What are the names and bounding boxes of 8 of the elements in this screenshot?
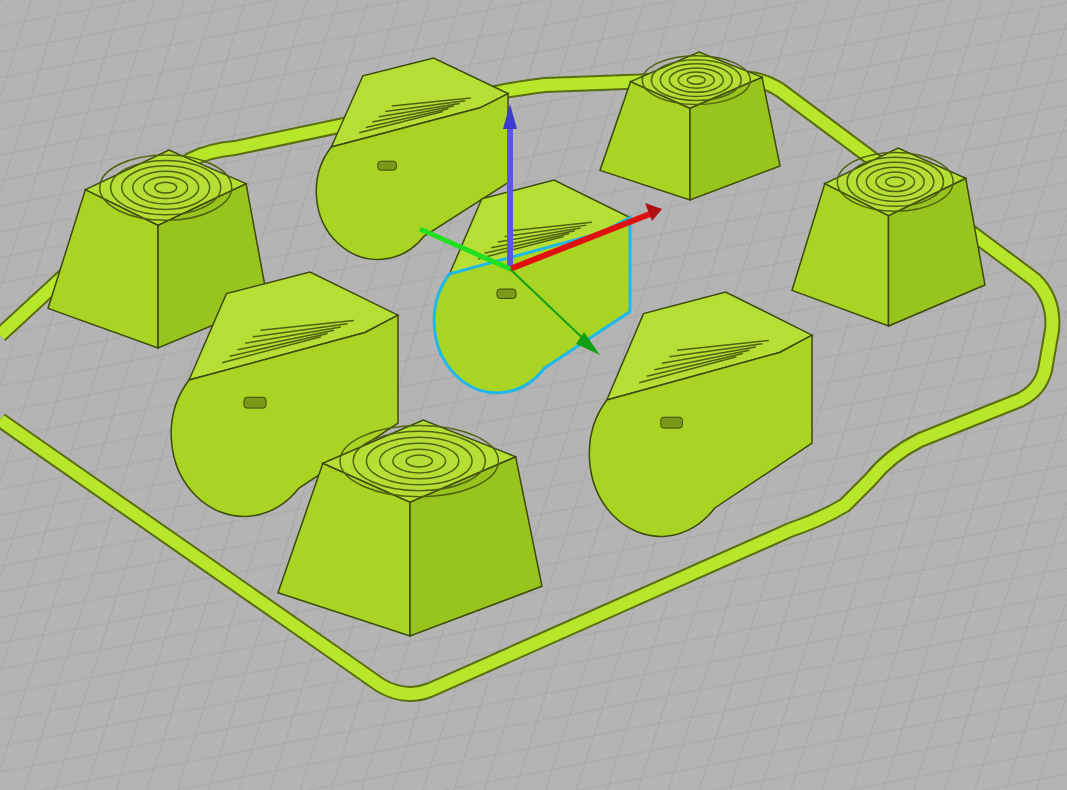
clip-part[interactable] [432, 179, 632, 395]
clip-part[interactable] [170, 271, 400, 518]
move-gizmo-drawing[interactable] [419, 104, 662, 355]
clip-part[interactable] [315, 57, 510, 261]
frustum-part[interactable] [599, 51, 781, 202]
frustum-part[interactable] [791, 147, 986, 328]
frustum-part[interactable] [277, 419, 543, 638]
clip-part[interactable] [588, 291, 814, 538]
